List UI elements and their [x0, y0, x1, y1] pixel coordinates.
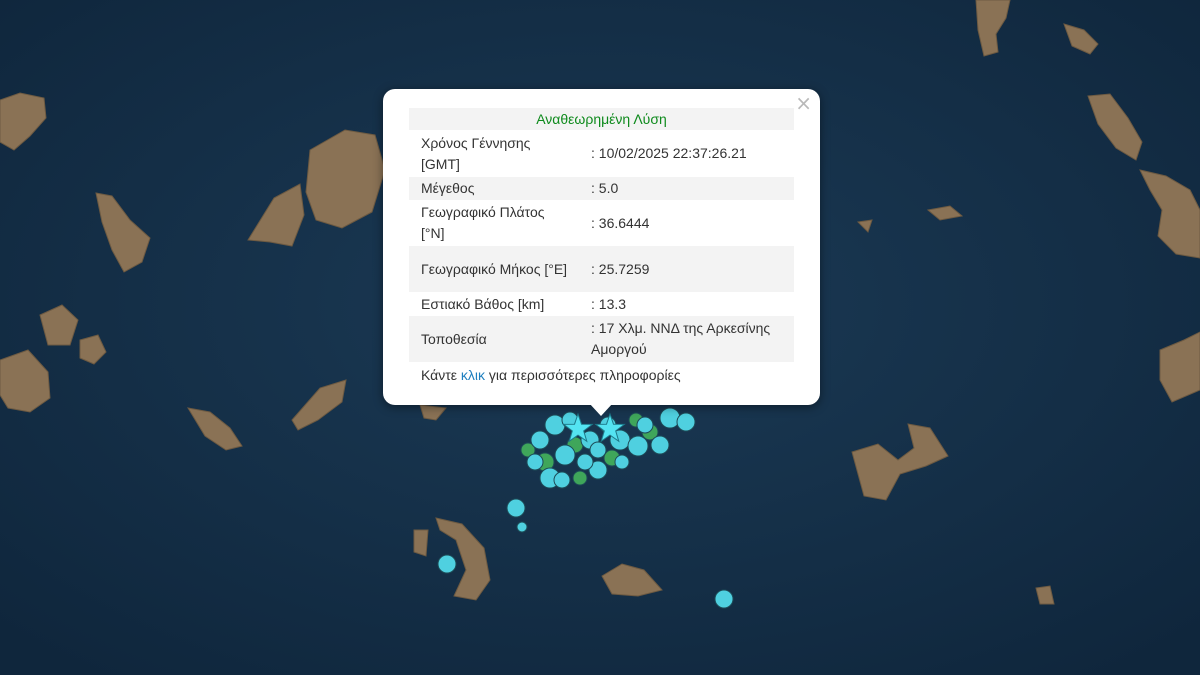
label-magnitude: Μέγεθος	[409, 177, 569, 200]
row-magnitude: Μέγεθος : 5.0	[409, 177, 794, 200]
more-info-prefix: Κάντε	[421, 367, 461, 383]
label-longitude: Γεωγραφικό Μήκος [°E]	[409, 246, 569, 292]
quake-marker	[554, 444, 576, 466]
row-origin-time: Χρόνος Γέννησης [GMT] : 10/02/2025 22:37…	[409, 130, 794, 177]
value-latitude: : 36.6444	[591, 214, 650, 231]
quake-marker	[437, 554, 457, 574]
quake-marker	[650, 435, 670, 455]
quake-marker	[627, 435, 649, 457]
island-therasia	[413, 529, 429, 557]
label-origin-time: Χρόνος Γέννησης [GMT]	[421, 134, 531, 172]
quake-marker	[553, 471, 571, 489]
value-origin-time: : 10/02/2025 22:37:26.21	[591, 145, 747, 161]
row-longitude: Γεωγραφικό Μήκος [°E] : 25.7259	[409, 246, 794, 292]
row-depth: Εστιακό Βάθος [km] : 13.3	[409, 292, 794, 316]
more-info-line: Κάντε κλικ για περισσότερες πληροφορίες	[409, 362, 794, 386]
popup-content: Αναθεωρημένη Λύση Χρόνος Γέννησης [GMT] …	[409, 108, 794, 386]
more-info-link[interactable]: κλικ	[461, 367, 485, 383]
popup-title: Αναθεωρημένη Λύση	[409, 108, 794, 130]
quake-marker	[516, 521, 528, 533]
popup-pointer	[589, 403, 613, 416]
label-location: Τοποθεσία	[409, 316, 569, 362]
quake-marker	[572, 470, 588, 486]
info-table: Χρόνος Γέννησης [GMT] : 10/02/2025 22:37…	[409, 130, 794, 362]
quake-marker	[530, 430, 550, 450]
row-latitude: Γεωγραφικό Πλάτος [°N] : 36.6444	[409, 200, 794, 246]
value-location: : 17 Χλμ. ΝΝΔ της Αρκεσίνης Αμοργού	[569, 316, 794, 362]
value-magnitude: : 5.0	[569, 177, 794, 200]
quake-marker	[676, 412, 696, 432]
label-latitude: Γεωγραφικό Πλάτος [°N]	[421, 204, 545, 241]
value-longitude: : 25.7259	[569, 246, 794, 292]
quake-marker	[576, 453, 594, 471]
quake-marker	[636, 416, 654, 434]
quake-marker	[506, 498, 526, 518]
quake-marker	[614, 454, 630, 470]
quake-marker	[589, 441, 607, 459]
more-info-suffix: για περισσότερες πληροφορίες	[485, 367, 681, 383]
quake-marker	[526, 453, 544, 471]
label-depth: Εστιακό Βάθος [km]	[421, 295, 545, 312]
close-icon[interactable]: ×	[795, 92, 812, 114]
value-depth: : 13.3	[591, 295, 627, 312]
earthquake-info-popup: × Αναθεωρημένη Λύση Χρόνος Γέννησης [GMT…	[383, 89, 820, 405]
row-location: Τοποθεσία : 17 Χλμ. ΝΝΔ της Αρκεσίνης Αμ…	[409, 316, 794, 362]
quake-marker	[714, 589, 734, 609]
